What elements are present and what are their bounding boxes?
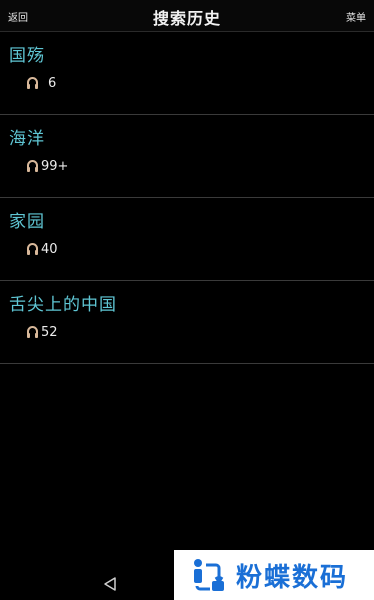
play-count: 6 — [48, 75, 57, 91]
play-count: 52 — [41, 324, 58, 340]
watermark-text: 粉蝶数码 — [236, 562, 349, 593]
history-item-meta: 6 — [26, 74, 56, 92]
history-item[interactable]: 国殇 6 — [0, 32, 374, 115]
triangle-back-icon[interactable] — [101, 575, 119, 593]
history-item[interactable]: 舌尖上的中国 52 — [0, 281, 374, 364]
history-item-title: 家园 — [9, 212, 45, 232]
watermark-logo-icon — [194, 559, 224, 591]
top-bar: 返回 搜索历史 菜单 — [0, 0, 374, 32]
search-history-list: 国殇 6 海洋 99+ 家园 40 舌尖上的中国 52 — [0, 32, 374, 364]
headphones-icon — [27, 160, 38, 172]
play-count: 40 — [41, 241, 58, 257]
history-item-title: 舌尖上的中国 — [9, 295, 117, 315]
history-item-title: 国殇 — [9, 46, 45, 66]
watermark: 粉蝶数码 — [174, 550, 374, 600]
history-item-meta: 40 — [26, 240, 58, 258]
headphones-icon — [27, 77, 38, 89]
play-count: 99+ — [41, 158, 69, 174]
page-title: 搜索历史 — [152, 9, 221, 28]
history-item[interactable]: 家园 40 — [0, 198, 374, 281]
history-item[interactable]: 海洋 99+ — [0, 115, 374, 198]
menu-button[interactable]: 菜单 — [346, 9, 366, 24]
history-item-meta: 99+ — [26, 157, 68, 175]
headphones-icon — [27, 326, 38, 338]
history-item-meta: 52 — [26, 323, 58, 341]
history-item-title: 海洋 — [9, 129, 45, 149]
headphones-icon — [27, 243, 38, 255]
